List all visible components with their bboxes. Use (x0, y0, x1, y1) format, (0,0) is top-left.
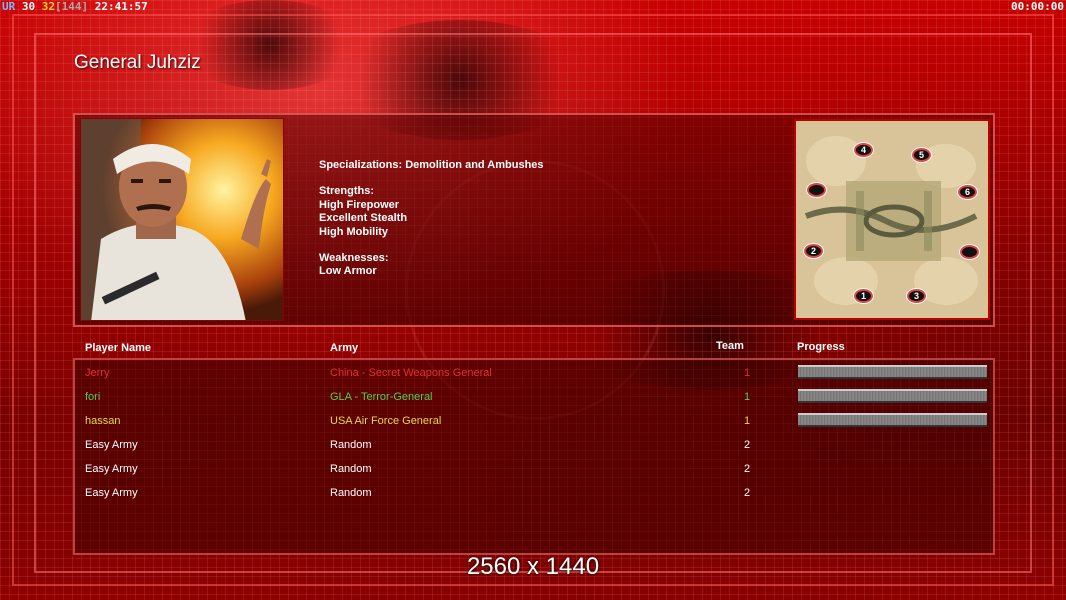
portrait-image (81, 119, 283, 320)
map-terrain (796, 121, 988, 318)
player-list-panel (73, 358, 995, 555)
start-position-3[interactable]: 3 (907, 289, 926, 303)
resolution-overlay: 2560 x 1440 (466, 553, 600, 580)
loading-progress-bar (798, 413, 987, 427)
general-specs: Specializations: Demolition and Ambushes… (319, 159, 544, 279)
player-name: Jerry (85, 367, 110, 379)
hud-prefix: UR (2, 0, 16, 13)
general-portrait (80, 118, 284, 321)
player-army: GLA - Terror-General (330, 391, 433, 403)
general-title: General Juhziz (74, 52, 201, 73)
hud-bracket-value: [144] (55, 0, 89, 13)
player-army: China - Secret Weapons General (330, 367, 492, 379)
start-position-4[interactable]: 4 (854, 143, 873, 157)
strength-item: High Mobility (319, 225, 389, 238)
player-name: Easy Army (85, 439, 138, 451)
player-team: 1 (744, 391, 751, 403)
map-preview[interactable]: 4 5 6 2 1 3 (794, 119, 990, 320)
column-header-player-name: Player Name (85, 342, 152, 354)
player-team: 2 (744, 487, 751, 499)
player-team: 2 (744, 463, 751, 475)
player-army: Random (330, 439, 372, 451)
strength-item: High Firepower (319, 198, 400, 211)
hud-timer: 00:00:00 (1011, 0, 1064, 13)
start-position-empty[interactable] (960, 245, 979, 259)
start-position-2[interactable]: 2 (804, 244, 823, 258)
start-position-6[interactable]: 6 (958, 185, 977, 199)
column-header-progress: Progress (797, 341, 845, 353)
player-name: hassan (85, 415, 121, 427)
player-team: 2 (744, 439, 751, 451)
strength-item: Excellent Stealth (319, 212, 408, 225)
start-position-1[interactable]: 1 (854, 289, 873, 303)
column-header-army: Army (330, 342, 359, 354)
player-army: Random (330, 463, 372, 475)
hud-fps: 30 (21, 0, 36, 13)
weakness-item: Low Armor (319, 265, 377, 278)
column-header-team: Team (716, 340, 744, 352)
strengths-label: Strengths: (319, 185, 374, 198)
hud-stats: UR 30 32[144] 22:41:57 (2, 0, 148, 13)
player-name: Easy Army (85, 463, 138, 475)
start-position-5[interactable]: 5 (912, 148, 931, 162)
player-team: 1 (744, 415, 751, 427)
specializations-text: Specializations: Demolition and Ambushes (319, 159, 544, 171)
hud-clock: 22:41:57 (94, 0, 148, 13)
player-name: fori (85, 391, 101, 403)
start-position-empty[interactable] (807, 183, 826, 197)
hud-fps-limit: 32 (41, 0, 55, 13)
player-name: Easy Army (85, 487, 138, 499)
player-army: Random (330, 487, 372, 499)
loading-progress-bar (798, 389, 987, 403)
loading-progress-bar (798, 365, 987, 379)
weaknesses-label: Weaknesses: (319, 252, 389, 265)
player-team: 1 (744, 367, 751, 379)
player-army: USA Air Force General (330, 415, 442, 427)
